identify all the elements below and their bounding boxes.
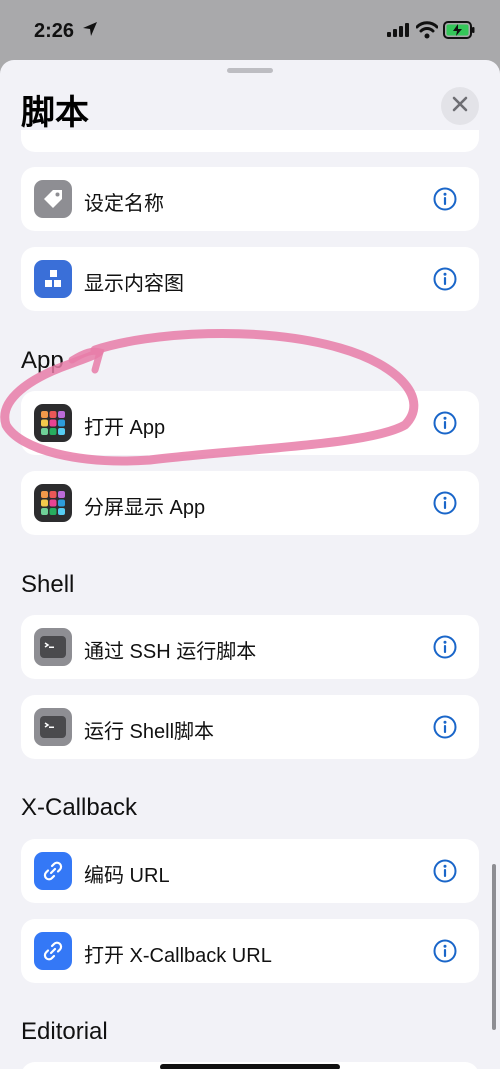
terminal-icon — [34, 708, 72, 746]
info-icon[interactable] — [433, 491, 457, 515]
action-label: 设定名称 — [84, 193, 164, 215]
link-icon — [34, 852, 72, 890]
cellular-signal-icon — [387, 23, 409, 42]
action-label: 打开 App — [84, 417, 166, 439]
info-icon[interactable] — [433, 411, 457, 435]
tag-icon — [34, 180, 72, 218]
action-label: 运行 Shell脚本 — [84, 721, 215, 743]
info-icon[interactable] — [433, 635, 457, 659]
action-encode-url[interactable]: 编码 URL — [21, 839, 479, 903]
action-show-content-graph[interactable]: 显示内容图 — [21, 247, 479, 311]
action-open-app[interactable]: 打开 App — [21, 391, 479, 455]
action-label: 分屏显示 App — [84, 497, 206, 519]
home-indicator[interactable] — [160, 1064, 340, 1069]
section-header-editorial: Editorial — [21, 1018, 108, 1045]
action-label: 通过 SSH 运行脚本 — [84, 641, 257, 663]
close-button[interactable] — [441, 87, 479, 125]
info-icon[interactable] — [433, 939, 457, 963]
info-icon[interactable] — [433, 187, 457, 211]
battery-charging-icon — [443, 21, 475, 44]
close-icon — [452, 96, 468, 117]
section-header-app: App — [21, 347, 64, 374]
sheet-grabber[interactable] — [227, 68, 273, 73]
sheet-title: 脚本 — [21, 94, 89, 132]
info-icon[interactable] — [433, 715, 457, 739]
wifi-icon — [415, 21, 439, 44]
link-icon — [34, 932, 72, 970]
list-item[interactable] — [21, 130, 479, 152]
status-bar: 2:26 — [0, 0, 500, 62]
app-grid-icon — [34, 484, 72, 522]
actions-sheet: 脚本 设定名称 显示内容图 App 打开 App 分屏显示 App Shell … — [0, 60, 500, 1069]
action-label: 编码 URL — [84, 865, 170, 887]
status-time: 2:26 — [34, 20, 75, 42]
action-open-xcallback-url[interactable]: 打开 X-Callback URL — [21, 919, 479, 983]
action-run-ssh-script[interactable]: 通过 SSH 运行脚本 — [21, 615, 479, 679]
scroll-indicator[interactable] — [492, 864, 496, 1030]
info-icon[interactable] — [433, 859, 457, 883]
content-graph-icon — [34, 260, 72, 298]
action-split-view-app[interactable]: 分屏显示 App — [21, 471, 479, 535]
action-label: 打开 X-Callback URL — [84, 945, 272, 967]
section-header-shell: Shell — [21, 571, 75, 598]
app-grid-icon — [34, 404, 72, 442]
info-icon[interactable] — [433, 267, 457, 291]
action-set-name[interactable]: 设定名称 — [21, 167, 479, 231]
action-label: 显示内容图 — [84, 273, 184, 295]
terminal-icon — [34, 628, 72, 666]
action-run-shell-script[interactable]: 运行 Shell脚本 — [21, 695, 479, 759]
section-header-xcallback: X-Callback — [21, 794, 138, 821]
location-arrow-icon — [82, 21, 98, 42]
